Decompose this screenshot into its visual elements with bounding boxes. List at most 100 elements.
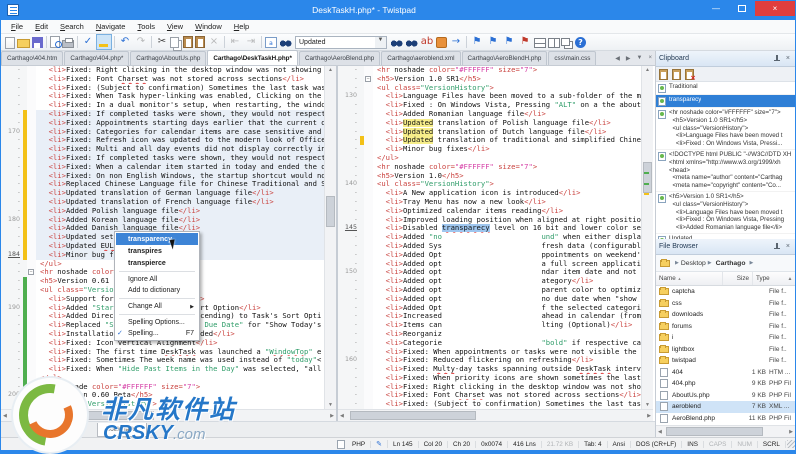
context-menu-item-spelling-options[interactable]: Spelling Options... xyxy=(116,317,198,328)
line-number[interactable]: - xyxy=(338,241,360,251)
line-number[interactable]: - xyxy=(1,83,23,93)
line-number[interactable]: - xyxy=(1,180,23,190)
scroll-down-icon[interactable]: ▼ xyxy=(325,402,336,408)
code-line-141[interactable]: - <li>A New application icon is introduc… xyxy=(338,189,641,198)
window-cascade-icon[interactable] xyxy=(561,38,570,46)
help-icon[interactable]: ? xyxy=(575,37,586,48)
code-text[interactable]: <li>Fixed: Font Charset was not stored a… xyxy=(373,391,641,400)
copy-icon[interactable] xyxy=(170,36,179,48)
code-line-196[interactable]: - <li>Fixed: Sometimes The week name was… xyxy=(1,356,324,366)
file-row-downloads[interactable]: downloads File f.. xyxy=(656,309,795,321)
code-text[interactable]: <li>Categorie "bold" if respective categ xyxy=(373,339,641,348)
clear-clipboard-icon[interactable] xyxy=(685,68,696,82)
line-number[interactable]: 140 xyxy=(338,180,360,190)
code-line-165[interactable]: - <li>Fixed: (Subject to confirmation) S… xyxy=(1,83,324,93)
line-number[interactable]: - xyxy=(1,118,23,128)
line-number[interactable]: - xyxy=(338,136,360,146)
code-text[interactable]: <li>Disabled transparecy level on 16 bit… xyxy=(373,224,641,233)
line-number[interactable]: - xyxy=(338,74,360,84)
code-text[interactable]: <h5>Version 1.0</h5> xyxy=(373,172,641,181)
code-text[interactable]: <li>Fixed: If completed tasks were shown… xyxy=(36,109,324,119)
code-line-171[interactable]: - <li>Fixed: Refresh icon was updated to… xyxy=(1,136,324,146)
code-text[interactable]: <li>Fixed: Right clicking in the desktop… xyxy=(36,66,324,75)
code-text[interactable]: <li>Fixed: (Subject to confirmation) Som… xyxy=(373,400,641,409)
paste-all-icon[interactable] xyxy=(672,68,681,80)
code-area-right[interactable]: - <hr noshade color="#FFFFFF" size="7"> - −… xyxy=(338,66,641,409)
code-text[interactable]: <h5>Version 0.60 Beta</h5> xyxy=(36,391,324,400)
code-text[interactable]: <li>Minor bug fixes</li> xyxy=(373,145,641,154)
code-line-180[interactable]: 180 <li>Added Korean language file</li> xyxy=(1,215,324,225)
menu-navigate[interactable]: Navigate xyxy=(90,22,132,31)
code-line-156[interactable]: - <li>Items can lting (Optional)</li> xyxy=(338,321,641,330)
menu-help[interactable]: Help xyxy=(228,22,255,31)
line-number[interactable]: - xyxy=(338,109,360,119)
code-line-154[interactable]: - <li>Added Opt f the selected categorie… xyxy=(338,303,641,313)
line-number[interactable]: 150 xyxy=(338,268,360,278)
column-type[interactable]: Type xyxy=(753,272,785,285)
line-number[interactable]: 170 xyxy=(1,127,23,137)
code-text[interactable]: <ul class="VersionHistory"> xyxy=(36,400,324,409)
line-number[interactable]: - xyxy=(338,400,360,409)
code-line-200[interactable]: 200 <h5>Version 0.60 Beta</h5> xyxy=(1,391,324,401)
line-number[interactable]: - xyxy=(338,391,360,401)
code-line-159[interactable]: - <li>Fixed: When appointments or tasks … xyxy=(338,347,641,357)
file-row-404[interactable]: 404 1 KB HTM ... xyxy=(656,367,795,379)
clipboard-item-5[interactable]: <h5>Version 1.0 SR1</h5> <ul class="Vers… xyxy=(656,192,795,234)
code-text[interactable]: <li>Updated translation of German langua… xyxy=(36,189,324,198)
line-number[interactable]: - xyxy=(1,189,23,198)
pin-icon[interactable] xyxy=(773,54,781,63)
code-line-148[interactable]: - <li>Added Opt ppointments on weekend's… xyxy=(338,250,641,260)
line-number[interactable]: - xyxy=(1,329,23,339)
code-text[interactable]: <li>Fixed: On non English Windows, the s… xyxy=(36,171,324,181)
code-line-144[interactable]: - <li>Improved loading position when ali… xyxy=(338,215,641,225)
goto-icon[interactable] xyxy=(436,37,447,48)
bookmarks-panel-tab[interactable]: Bookmarks xyxy=(97,423,147,437)
tab-close-icon[interactable]: × xyxy=(645,55,655,61)
title-bar[interactable]: DeskTaskH.php* - Twistpad — × xyxy=(1,0,795,20)
code-text[interactable]: <li>Updated translation of Dutch languag… xyxy=(373,127,641,137)
line-number[interactable]: - xyxy=(1,109,23,119)
menu-file[interactable]: File xyxy=(5,22,29,31)
code-line-195[interactable]: - <li>Fixed: The first time DeskTask was… xyxy=(1,347,324,357)
code-text[interactable]: <hr noshade color="#FFFFFF" size="7"> xyxy=(373,66,641,75)
line-number[interactable]: - xyxy=(1,365,23,374)
document-tab-5[interactable]: Carthago\AeroBlend.php xyxy=(298,51,381,65)
code-line-128[interactable]: - − <h5>Version 1.0 SR1</h5> xyxy=(338,74,641,84)
line-number[interactable]: 145 xyxy=(338,224,360,234)
line-number[interactable]: - xyxy=(1,259,23,269)
code-text[interactable]: <li>Fixed: (Subject to confirmation) Som… xyxy=(36,84,324,93)
line-number[interactable]: 190 xyxy=(1,303,23,313)
right-vertical-scrollbar[interactable]: ▲ ▼ xyxy=(641,66,653,409)
context-menu-item-spelling[interactable]: ✓ Spelling... F7 xyxy=(116,328,198,339)
code-text[interactable]: <li>Fixed: Appointments starting days ea… xyxy=(36,118,324,128)
code-text[interactable]: <li>Reorganiz xyxy=(373,330,641,339)
line-number[interactable]: - xyxy=(1,312,23,322)
code-text[interactable]: <li>Fixed: In a dual monitor's setup, wh… xyxy=(36,101,324,110)
code-line-161[interactable]: - <li>Fixed: Multy-day tasks spanning ou… xyxy=(338,365,641,374)
paste-item-icon[interactable] xyxy=(659,68,668,80)
clipboard-item-2[interactable]: transparecy xyxy=(656,95,795,108)
column-size[interactable]: Size xyxy=(723,272,753,285)
find-in-files-icon[interactable] xyxy=(405,39,418,48)
code-line-165[interactable]: - <li>Fixed: (Subject to confirmation) S… xyxy=(338,400,641,409)
code-line-131[interactable]: - <li>Fixed : On Windows Vista, Pressing… xyxy=(338,101,641,110)
code-text[interactable]: <li>Fixed: Multi and all day events did … xyxy=(36,145,324,154)
code-line-168[interactable]: - <li>Fixed: If completed tasks were sho… xyxy=(1,109,324,119)
chevron-down-icon[interactable]: ▼ xyxy=(375,36,386,48)
find-icon[interactable] xyxy=(279,39,292,48)
code-text[interactable]: <li>Fixed : On Windows Vista, Pressing "… xyxy=(373,101,641,110)
scroll-up-icon[interactable]: ▲ xyxy=(325,67,336,73)
code-line-155[interactable]: - <li>Increased ahead in calendar (from xyxy=(338,312,641,322)
code-text[interactable]: <li>Fixed: Refresh icon was updated to t… xyxy=(36,136,324,146)
menu-tools[interactable]: Tools xyxy=(131,22,161,31)
line-number[interactable]: - xyxy=(338,153,360,163)
file-row-AboutUs.php[interactable]: AboutUs.php 9 KB PHP Fil xyxy=(656,390,795,402)
document-tab-4[interactable]: Carthago\DeskTaskH.php* xyxy=(207,50,298,65)
paste-icon[interactable] xyxy=(183,36,193,48)
pin-icon[interactable] xyxy=(773,242,781,251)
scroll-right-icon[interactable]: ▶ xyxy=(647,413,651,419)
code-text[interactable]: <li>Added opt parent color to optimize a xyxy=(373,286,641,295)
code-text[interactable]: <ul class="VersionHistory"> xyxy=(373,84,641,93)
line-number[interactable]: - xyxy=(1,285,23,295)
document-tab-8[interactable]: css\main.css xyxy=(548,51,597,65)
